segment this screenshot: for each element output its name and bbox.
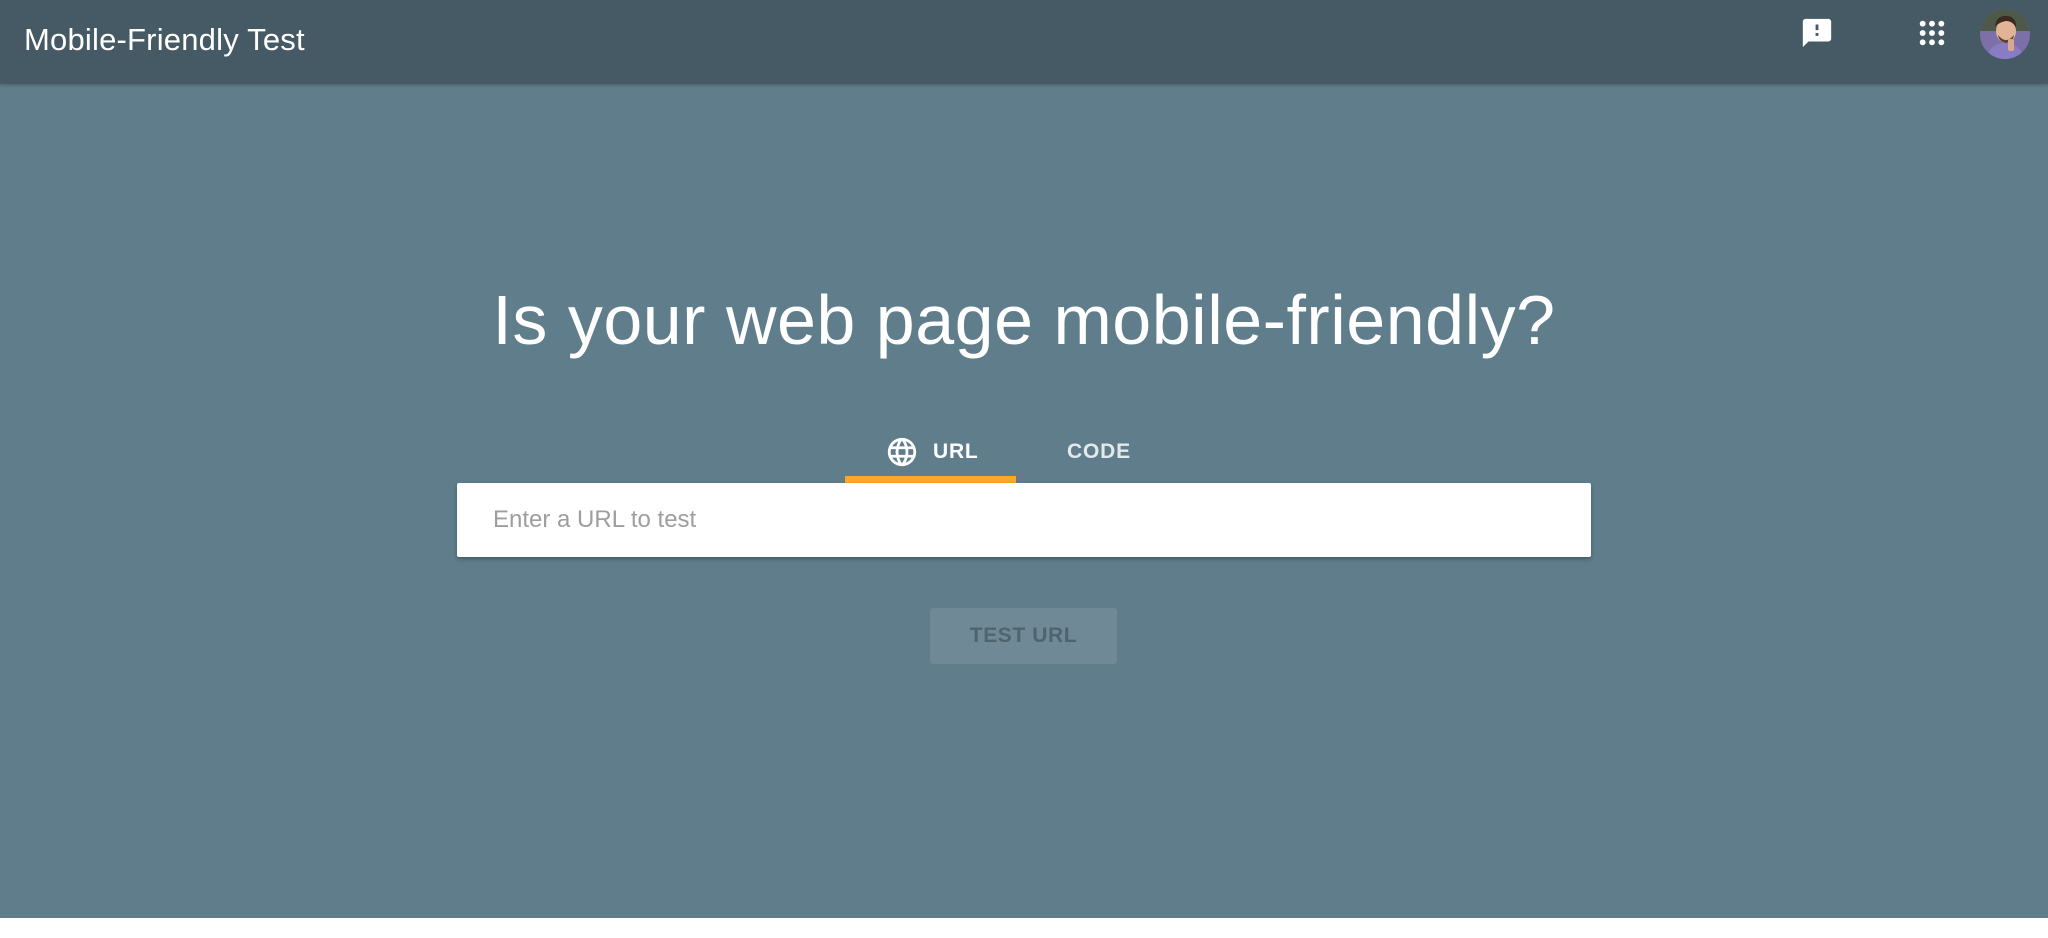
input-mode-tabs: URL CODE [845,420,1130,483]
tab-code[interactable]: CODE [845,420,1130,483]
page-headline: Is your web page mobile-friendly? [492,281,1556,359]
app-title: Mobile-Friendly Test [24,22,305,57]
apps-button[interactable] [1904,5,1960,61]
tab-code-label: CODE [1067,439,1131,463]
url-input[interactable] [457,483,1591,557]
test-url-button[interactable]: TEST URL [930,608,1117,664]
app-root: Mobile-Friendly Test Is your web page mo… [0,0,2048,918]
avatar-image [1980,9,2030,59]
feedback-icon [1802,18,1832,48]
top-app-bar: Mobile-Friendly Test [0,0,2048,84]
user-avatar[interactable] [1980,9,2030,59]
apps-grid-icon [1919,20,1945,46]
feedback-button[interactable] [1789,5,1845,61]
